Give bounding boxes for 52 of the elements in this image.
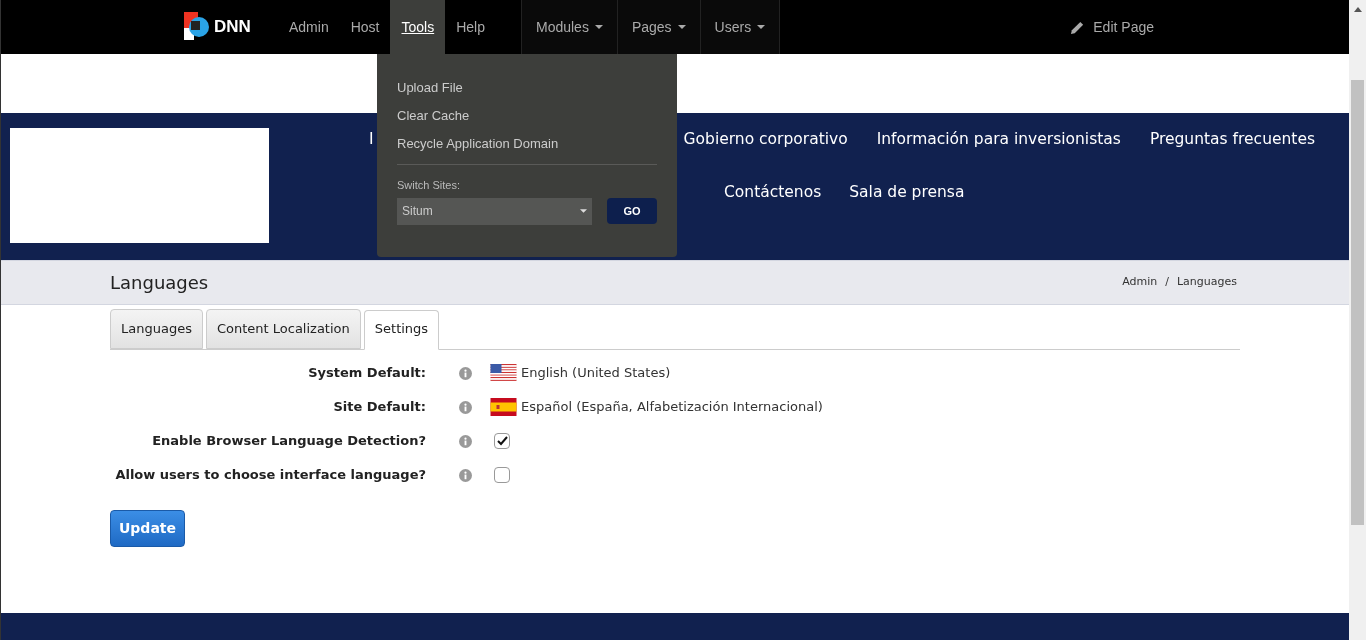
caret-icon — [757, 25, 766, 29]
update-button[interactable]: Update — [110, 510, 185, 547]
site-nav-link[interactable]: Contáctenos — [724, 181, 822, 205]
admin-menu-item[interactable]: Modules — [520, 0, 618, 54]
tab[interactable]: Content Localization — [205, 309, 361, 349]
setting-label: Site Default: — [332, 398, 426, 417]
info-icon — [459, 366, 472, 380]
us-flag-icon — [490, 364, 517, 382]
menu-item[interactable]: Upload File — [397, 74, 657, 102]
info-icon — [459, 468, 472, 482]
info-icon — [459, 434, 472, 448]
breadcrumb-separator: / — [1165, 274, 1169, 291]
site-select[interactable]: Situm — [397, 197, 592, 225]
setting-label: Enable Browser Language Detection? — [151, 432, 426, 451]
language-value: Español (España, Alfabetización Internacional) — [521, 398, 823, 417]
checkbox[interactable] — [494, 433, 510, 449]
info-icon — [459, 400, 472, 414]
caret-icon — [677, 25, 686, 29]
pencil-icon — [1070, 19, 1086, 35]
go-button[interactable]: GO — [607, 198, 657, 224]
admin-menu-item[interactable]: Host — [339, 0, 391, 54]
site-nav-link[interactable]: Gobierno corporativo — [683, 128, 848, 152]
spain-flag-icon — [490, 398, 517, 416]
scrollbar-thumb[interactable] — [1351, 80, 1364, 525]
logo-icon — [184, 12, 210, 42]
admin-menu-item[interactable]: Help — [445, 0, 496, 54]
checkbox[interactable] — [494, 467, 510, 483]
edit-page-button[interactable]: Edit Page — [1070, 0, 1154, 54]
scroll-up-icon[interactable] — [1353, 7, 1362, 12]
menu-item[interactable]: Clear Cache — [397, 102, 657, 130]
switch-sites-label: Switch Sites: — [397, 178, 461, 193]
setting-label: Allow users to choose interface language? — [114, 466, 426, 485]
site-nav-link[interactable]: Información para inversionistas — [876, 128, 1121, 152]
check-icon — [496, 436, 508, 446]
breadcrumb-link[interactable]: Languages — [1176, 274, 1237, 291]
caret-icon — [594, 25, 603, 29]
tab[interactable]: Settings — [363, 310, 440, 350]
admin-menu-item[interactable]: Tools — [390, 0, 446, 54]
admin-menu-item[interactable]: Pages — [617, 0, 701, 54]
site-nav-link[interactable]: Preguntas frecuentes — [1149, 128, 1315, 152]
site-nav-link[interactable]: Sala de prensa — [849, 181, 965, 205]
admin-menu-item[interactable]: Admin — [278, 0, 340, 54]
setting-label: System Default: — [307, 364, 426, 383]
site-nav-link[interactable]: I — [369, 128, 374, 152]
tab[interactable]: Languages — [110, 309, 203, 349]
page-title: Languages — [110, 271, 209, 295]
dnn-logo[interactable]: DNN — [184, 0, 278, 54]
caret-icon — [580, 209, 587, 213]
language-value: English (United States) — [521, 364, 671, 383]
breadcrumb-link[interactable]: Admin — [1122, 274, 1158, 291]
admin-menu-item[interactable]: Users — [700, 0, 781, 54]
menu-item[interactable]: Recycle Application Domain — [397, 130, 657, 158]
